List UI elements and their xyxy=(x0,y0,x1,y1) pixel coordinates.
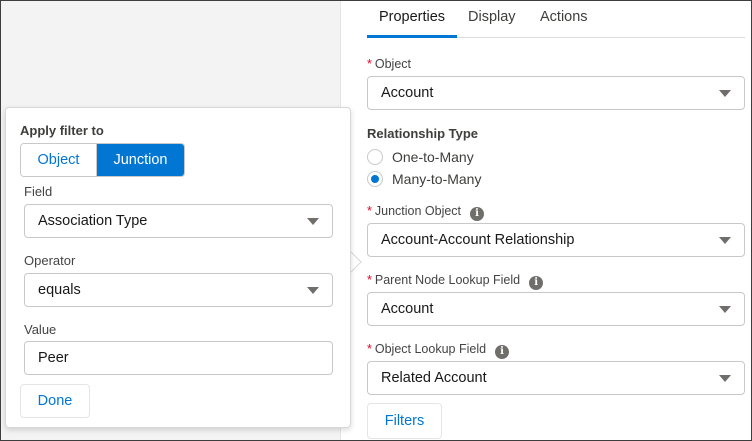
chevron-down-icon xyxy=(719,237,731,244)
app-frame: Properties Display Actions * Object Accou… xyxy=(0,0,752,441)
chevron-down-icon xyxy=(719,375,731,382)
field-select[interactable]: Association Type xyxy=(24,204,333,238)
required-marker: * xyxy=(367,342,372,356)
object-label: * Object xyxy=(367,57,412,71)
tab-display[interactable]: Display xyxy=(468,1,516,38)
tab-actions[interactable]: Actions xyxy=(540,1,588,38)
object-select-value: Account xyxy=(381,85,434,101)
radio-many-to-many[interactable]: Many-to-Many xyxy=(367,170,481,188)
segment-object-button[interactable]: Object xyxy=(21,144,97,176)
popover-title: Apply filter to xyxy=(20,123,104,138)
required-marker: * xyxy=(367,273,372,287)
operator-select-value: equals xyxy=(38,282,81,298)
chevron-down-icon xyxy=(307,287,319,294)
parent-node-lookup-label: * Parent Node Lookup Field i xyxy=(367,273,544,290)
junction-object-select[interactable]: Account-Account Relationship xyxy=(367,223,745,257)
radio-checked-icon xyxy=(367,171,383,187)
radio-one-to-many[interactable]: One-to-Many xyxy=(367,148,474,166)
operator-select[interactable]: equals xyxy=(24,273,333,307)
filters-button[interactable]: Filters xyxy=(367,403,442,439)
object-select[interactable]: Account xyxy=(367,76,745,110)
field-select-value: Association Type xyxy=(38,213,148,229)
object-lookup-value: Related Account xyxy=(381,370,487,386)
object-lookup-label: * Object Lookup Field i xyxy=(367,342,510,359)
junction-object-value: Account-Account Relationship xyxy=(381,232,575,248)
object-lookup-select[interactable]: Related Account xyxy=(367,361,745,395)
field-label: Field xyxy=(24,184,53,199)
required-marker: * xyxy=(367,57,372,71)
done-button[interactable]: Done xyxy=(20,384,90,418)
info-icon[interactable]: i xyxy=(495,345,510,359)
parent-node-lookup-select[interactable]: Account xyxy=(367,292,745,326)
chevron-down-icon xyxy=(307,218,319,225)
relationship-type-label: Relationship Type xyxy=(367,126,478,141)
filter-popover: Apply filter to Object Junction Field As… xyxy=(5,107,351,428)
required-marker: * xyxy=(367,204,372,218)
properties-panel: Properties Display Actions * Object Accou… xyxy=(342,1,751,440)
parent-node-lookup-value: Account xyxy=(381,301,434,317)
info-icon[interactable]: i xyxy=(529,276,544,290)
value-label: Value xyxy=(24,322,57,337)
segment-junction-button[interactable]: Junction xyxy=(97,144,184,176)
chevron-down-icon xyxy=(719,306,731,313)
tab-bar: Properties Display Actions xyxy=(367,1,745,38)
operator-label: Operator xyxy=(24,253,76,268)
apply-filter-toggle: Object Junction xyxy=(20,143,185,177)
info-icon[interactable]: i xyxy=(470,207,485,221)
tab-properties[interactable]: Properties xyxy=(367,1,457,38)
value-input[interactable]: Peer xyxy=(24,341,333,375)
chevron-down-icon xyxy=(719,90,731,97)
radio-unchecked-icon xyxy=(367,149,383,165)
junction-object-label: * Junction Object i xyxy=(367,204,485,221)
